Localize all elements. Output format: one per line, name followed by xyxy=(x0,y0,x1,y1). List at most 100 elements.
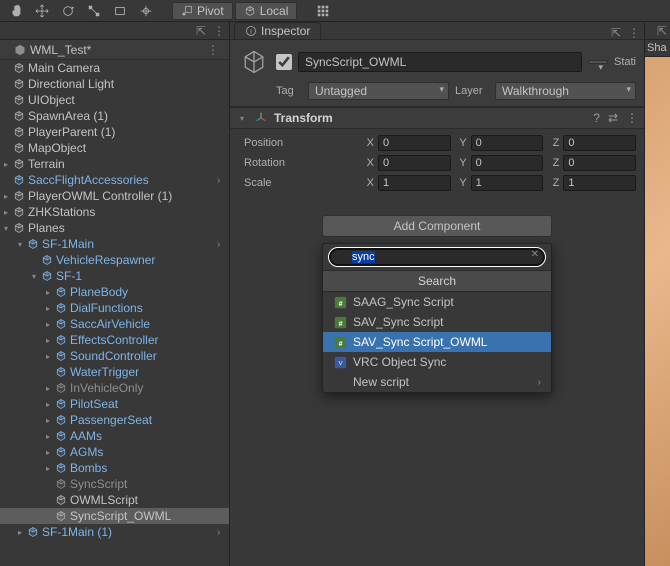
hierarchy-item[interactable]: ▸InVehicleOnly xyxy=(0,380,229,396)
inspector-tab[interactable]: i Inspector xyxy=(234,22,321,39)
hierarchy-item[interactable]: ▸ZHKStations xyxy=(0,204,229,220)
hierarchy-item[interactable]: PlayerParent (1) xyxy=(0,124,229,140)
expand-arrow-icon[interactable]: ▸ xyxy=(42,462,54,474)
component-search-input[interactable] xyxy=(329,248,545,266)
move-tool-icon[interactable] xyxy=(30,2,54,20)
hierarchy-item[interactable]: VehicleRespawner xyxy=(0,252,229,268)
expand-arrow-icon[interactable]: ▸ xyxy=(42,446,54,458)
hierarchy-item[interactable]: ▸AGMs xyxy=(0,444,229,460)
hierarchy-item[interactable]: ▸Bombs xyxy=(0,460,229,476)
hierarchy-item[interactable]: MapObject xyxy=(0,140,229,156)
search-clear-icon[interactable]: ✕ xyxy=(531,249,539,260)
hierarchy-item[interactable]: ▸SF-1Main (1)› xyxy=(0,524,229,540)
transform-tool-icon[interactable] xyxy=(134,2,158,20)
hierarchy-item[interactable]: ▸PilotSeat xyxy=(0,396,229,412)
hierarchy-item[interactable]: OWMLScript xyxy=(0,492,229,508)
hierarchy-item[interactable]: ▸PlaneBody xyxy=(0,284,229,300)
hierarchy-item[interactable]: ▾SF-1Main› xyxy=(0,236,229,252)
scale-tool-icon[interactable] xyxy=(82,2,106,20)
rect-tool-icon[interactable] xyxy=(108,2,132,20)
inspector-lock-icon[interactable]: ⇱ xyxy=(610,27,622,39)
hierarchy-menu-icon[interactable]: ⋮ xyxy=(213,25,225,37)
hierarchy-item[interactable]: ▸AAMs xyxy=(0,428,229,444)
transform-z-input[interactable] xyxy=(563,175,636,191)
rightdock-popout-icon[interactable]: ⇱ xyxy=(656,25,668,37)
z-label: Z xyxy=(547,157,559,169)
snap-tool-icon[interactable] xyxy=(311,2,335,20)
gameobject-cube-icon xyxy=(54,333,68,347)
expand-arrow-icon[interactable]: ▸ xyxy=(42,398,54,410)
hierarchy-item[interactable]: ▸PlayerOWML Controller (1) xyxy=(0,188,229,204)
hierarchy-item[interactable]: ▾Planes xyxy=(0,220,229,236)
transform-x-input[interactable] xyxy=(378,175,451,191)
expand-arrow-icon[interactable]: ▾ xyxy=(0,222,12,234)
transform-help-icon[interactable]: ? xyxy=(593,111,600,125)
hierarchy-item-label: MapObject xyxy=(28,141,86,155)
hand-tool-icon[interactable] xyxy=(4,2,28,20)
hierarchy-item[interactable]: ▸Terrain xyxy=(0,156,229,172)
layer-dropdown[interactable]: Walkthrough xyxy=(495,82,636,100)
hierarchy-item[interactable]: ▸PassengerSeat xyxy=(0,412,229,428)
tag-dropdown[interactable]: Untagged xyxy=(308,82,449,100)
expand-arrow-icon[interactable]: ▸ xyxy=(42,302,54,314)
hierarchy-item[interactable]: ▸SoundController xyxy=(0,348,229,364)
expand-arrow-icon[interactable]: ▸ xyxy=(0,158,12,170)
hierarchy-item[interactable]: SpawnArea (1) xyxy=(0,108,229,124)
expand-arrow-icon[interactable]: ▸ xyxy=(42,286,54,298)
transform-z-input[interactable] xyxy=(563,135,636,151)
expand-arrow-icon[interactable]: ▸ xyxy=(42,334,54,346)
expand-arrow-icon[interactable]: ▸ xyxy=(14,526,26,538)
prefab-override-icon[interactable]: › xyxy=(217,239,229,250)
expand-arrow-icon[interactable]: ▾ xyxy=(14,238,26,250)
search-result-item[interactable]: #SAV_Sync Script xyxy=(323,312,551,332)
transform-foldout-icon[interactable]: ▾ xyxy=(236,112,248,124)
local-toggle[interactable]: Local xyxy=(235,2,298,20)
transform-menu-icon[interactable]: ⋮ xyxy=(626,111,638,125)
expand-arrow-icon[interactable]: ▸ xyxy=(42,350,54,362)
expand-arrow-icon[interactable]: ▸ xyxy=(0,190,12,202)
hierarchy-item[interactable]: SaccFlightAccessories› xyxy=(0,172,229,188)
hierarchy-item[interactable]: WaterTrigger xyxy=(0,364,229,380)
rotate-tool-icon[interactable] xyxy=(56,2,80,20)
scene-header[interactable]: WML_Test* ⋮ xyxy=(0,40,229,60)
expand-arrow-icon[interactable]: ▸ xyxy=(42,414,54,426)
search-result-item[interactable]: VVRC Object Sync xyxy=(323,352,551,372)
hierarchy-item[interactable]: ▸EffectsController xyxy=(0,332,229,348)
transform-y-input[interactable] xyxy=(471,135,544,151)
hierarchy-item[interactable]: UIObject xyxy=(0,92,229,108)
gameobject-icon[interactable] xyxy=(238,46,270,78)
transform-x-input[interactable] xyxy=(378,155,451,171)
expand-arrow-icon[interactable]: ▸ xyxy=(42,430,54,442)
hierarchy-item[interactable]: Directional Light xyxy=(0,76,229,92)
search-result-item[interactable]: #SAAG_Sync Script xyxy=(323,292,551,312)
hierarchy-popout-icon[interactable]: ⇱ xyxy=(195,25,207,37)
pivot-toggle[interactable]: Pivot xyxy=(172,2,233,20)
inspector-menu-icon[interactable]: ⋮ xyxy=(628,27,640,39)
add-component-button[interactable]: Add Component xyxy=(322,215,552,237)
transform-preset-icon[interactable]: ⇄ xyxy=(608,111,618,125)
prefab-override-icon[interactable]: › xyxy=(217,527,229,538)
hierarchy-item[interactable]: ▸SaccAirVehicle xyxy=(0,316,229,332)
search-result-item[interactable]: #SAV_Sync Script_OWML xyxy=(323,332,551,352)
transform-component-header[interactable]: ▾ Transform ? ⇄ ⋮ xyxy=(230,107,644,129)
expand-arrow-icon[interactable]: ▾ xyxy=(28,270,40,282)
transform-z-input[interactable] xyxy=(563,155,636,171)
gameobject-icon-dropdown[interactable] xyxy=(588,60,608,64)
hierarchy-item[interactable]: SyncScript xyxy=(0,476,229,492)
transform-x-input[interactable] xyxy=(378,135,451,151)
hierarchy-item[interactable]: Main Camera xyxy=(0,60,229,76)
scene-menu-icon[interactable]: ⋮ xyxy=(207,43,225,57)
expand-arrow-icon[interactable]: ▸ xyxy=(42,318,54,330)
transform-y-input[interactable] xyxy=(471,175,544,191)
hierarchy-item[interactable]: SyncScript_OWML xyxy=(0,508,229,524)
transform-y-input[interactable] xyxy=(471,155,544,171)
prefab-override-icon[interactable]: › xyxy=(217,175,229,186)
right-dock-tab[interactable]: Sha xyxy=(645,40,670,57)
gameobject-name-input[interactable] xyxy=(298,52,582,72)
expand-arrow-icon[interactable]: ▸ xyxy=(0,206,12,218)
gameobject-active-checkbox[interactable] xyxy=(276,54,292,70)
search-result-item[interactable]: New script› xyxy=(323,372,551,392)
expand-arrow-icon[interactable]: ▸ xyxy=(42,382,54,394)
hierarchy-item[interactable]: ▾SF-1 xyxy=(0,268,229,284)
hierarchy-item[interactable]: ▸DialFunctions xyxy=(0,300,229,316)
